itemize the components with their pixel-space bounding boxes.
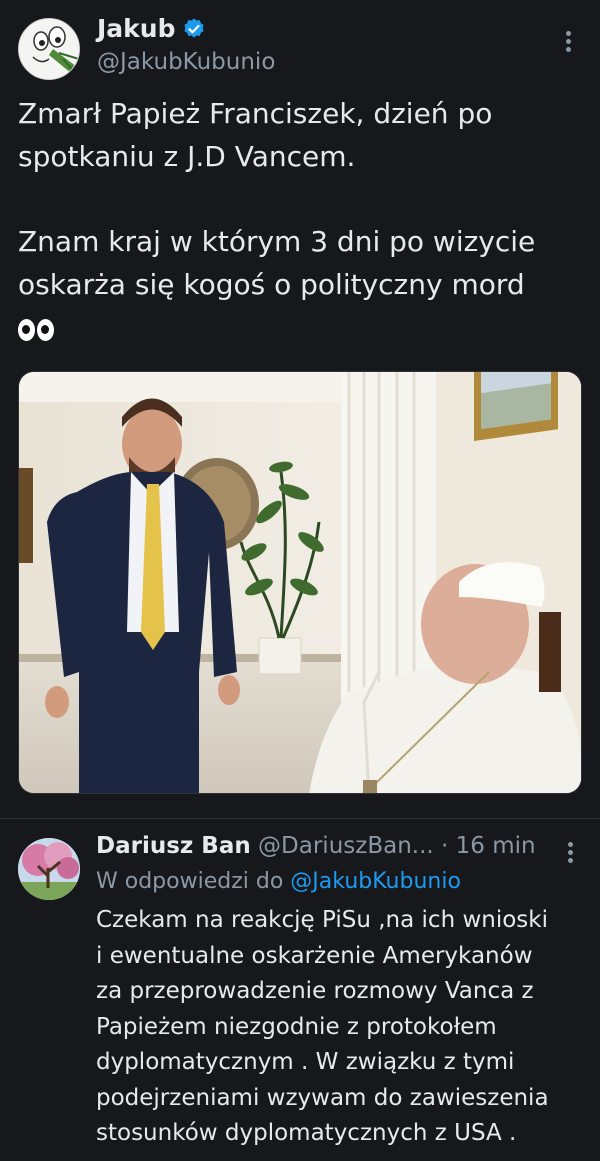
reply-tweet: Dariusz Ban @DariuszBan... · 16 min W od… [0,819,600,1161]
tweet-text: Zmarł Papież Franciszek, dzień po spotka… [18,92,578,349]
main-tweet: Jakub @JakubKubunio Zmarł Papież Francis… [0,0,600,818]
reply-text-line: Czekam na reakcję PiSu ,na ich wnioski [96,907,549,933]
reply-context: W odpowiedzi do @JakubKubunio [96,869,461,894]
cartoon-face-icon [19,19,79,79]
tweet-photo[interactable] [18,371,582,794]
reply-header: Dariusz Ban @DariuszBan... · 16 min [96,833,536,859]
tweet-text-line: spotkaniu z J.D Vancem. [18,140,356,173]
blossom-tree-icon [18,838,80,900]
reply-timestamp[interactable]: 16 min [456,833,536,859]
meeting-photo-image [19,372,581,793]
eyes-emoji-icon [18,319,54,341]
author-handle[interactable]: @JakubKubunio [97,49,275,75]
reply-text: Czekam na reakcję PiSu ,na ich wnioski i… [96,903,586,1152]
reply-text-line: za przeprowadzenie rozmowy Vanca z [96,978,534,1004]
author-name-row[interactable]: Jakub [97,14,206,43]
reply-more-options-icon[interactable] [558,839,582,869]
author-name[interactable]: Jakub [97,14,176,43]
reply-text-line: i ewentualne oskarżenie Amerykanów [96,942,533,969]
reply-author-name[interactable]: Dariusz Ban [96,833,251,859]
tweet-text-line: Zmarł Papież Franciszek, dzień po [18,97,493,130]
author-avatar[interactable] [18,18,80,80]
more-options-icon[interactable] [556,28,580,58]
reply-context-mention[interactable]: @JakubKubunio [290,869,461,894]
reply-text-line: stosunków dyplomatycznych z USA . [96,1120,517,1146]
verified-badge-icon [183,18,204,37]
reply-text-line: dyplomatycznym . W związku z tymi [96,1049,515,1075]
tweet-text-line: oskarża się kogoś o polityczny mord [18,268,525,301]
reply-context-prefix: W odpowiedzi do [96,869,284,894]
reply-text-line: podejrzeniami wzywam do zawieszenia [96,1084,549,1111]
reply-separator: · [441,833,449,859]
reply-author-handle[interactable]: @DariuszBan... [258,833,434,859]
tweet-text-line: Znam kraj w którym 3 dni po wizycie [18,225,536,258]
reply-text-line: Papieżem niezgodnie z protokołem [96,1013,497,1040]
reply-author-avatar[interactable] [18,838,80,900]
